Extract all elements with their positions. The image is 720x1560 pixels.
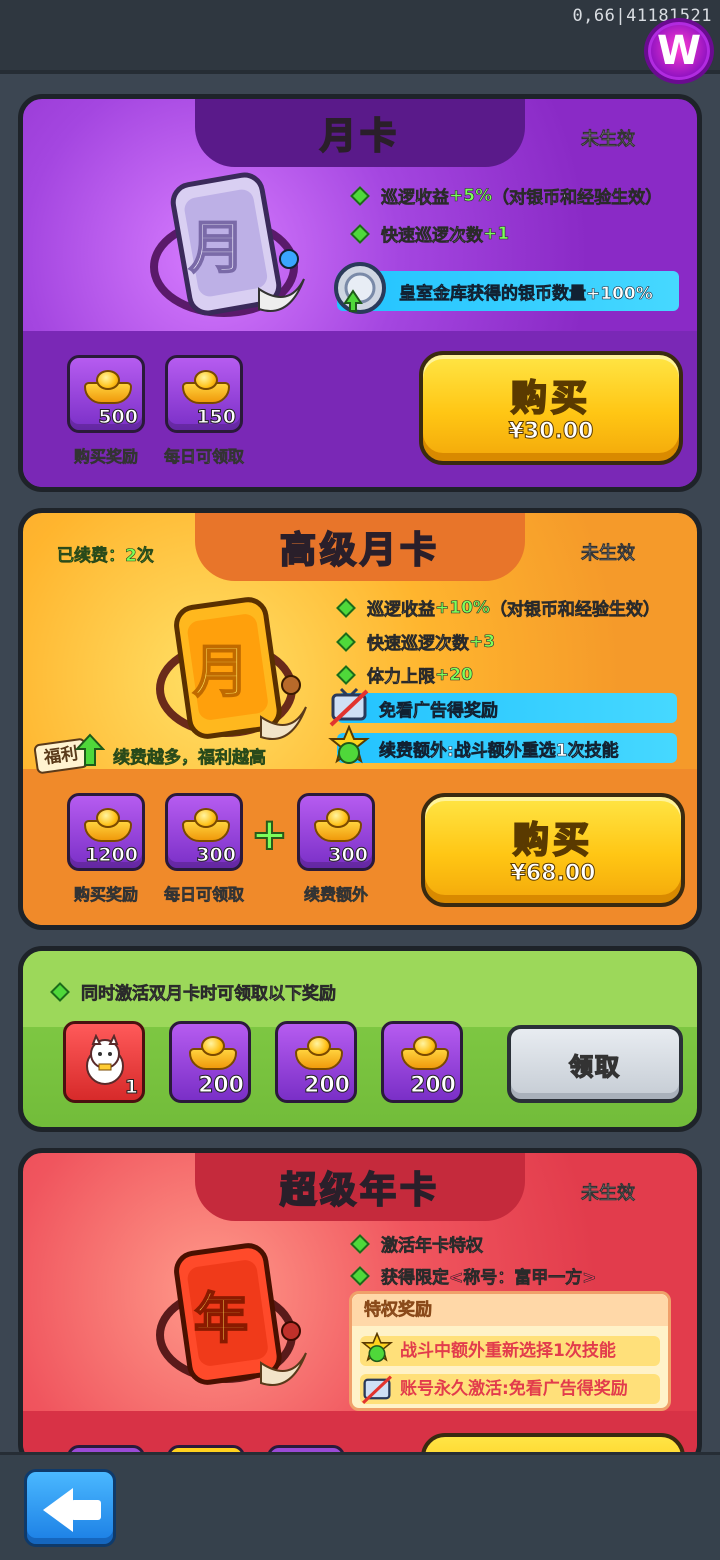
claim-button[interactable]: 领取 <box>507 1025 683 1103</box>
buy-label: 购买 <box>512 819 593 862</box>
premium-renew-text: 续费额外:战斗额外重选1次技能 <box>379 740 619 761</box>
item-label: 续费额外 <box>303 885 369 905</box>
diamond-bullet-icon <box>336 631 356 652</box>
premium-perk-1: 巡逻收益 +10% （对银币和经验生效） <box>336 595 660 620</box>
gold-ingot-icon <box>189 1036 237 1070</box>
premium-reward-daily: 300 <box>165 793 243 871</box>
annual-card-status: 未生效 <box>581 1183 636 1205</box>
item-count: 150 <box>196 406 237 429</box>
item-count: 200 <box>304 1073 351 1099</box>
diamond-bullet-icon <box>350 1265 370 1286</box>
top-bar: 0,66|41181521 <box>0 0 720 74</box>
monthly-perk-2: 快速巡逻次数 +1 <box>350 221 509 246</box>
no-ad-tv-icon <box>362 1375 392 1405</box>
diamond-bullet-icon <box>350 1233 370 1254</box>
dual-item-cat: 1 <box>63 1021 145 1103</box>
dual-item-ingot-1: 200 <box>169 1021 251 1103</box>
monthly-card-title: 月卡 <box>195 99 525 167</box>
monthly-card-status: 未生效 <box>581 129 636 151</box>
premium-card-tag-icon: 月 <box>156 597 307 740</box>
privilege-2: 账号永久激活:免看广告得奖励 <box>360 1374 660 1404</box>
gold-ingot-icon <box>295 1036 343 1070</box>
monthly-card: 月卡 未生效 月 巡逻收益 +5% （对银币和经验生效） 快速巡逻次数 +1 皇室金库… <box>18 94 702 492</box>
monthly-reward-daily: 150 <box>165 355 243 433</box>
item-count: 200 <box>198 1073 245 1099</box>
monthly-perk-1: 巡逻收益 +5% （对银币和经验生效） <box>350 183 662 208</box>
item-label: 每日可领取 <box>163 447 245 467</box>
renewed-count: 已续费：2次 <box>57 546 154 567</box>
up-arrow-icon <box>75 733 105 766</box>
premium-noad-banner: 免看广告得奖励 <box>337 693 677 723</box>
price-label: ¥68.00 <box>510 861 596 887</box>
item-count: 500 <box>98 406 139 429</box>
premium-icon-char: 月 <box>193 640 249 705</box>
gold-ingot-icon <box>84 370 132 404</box>
annual-card-title: 超级年卡 <box>195 1153 525 1221</box>
privilege-1: 战斗中额外重新选择1次技能 <box>360 1336 660 1366</box>
welfare-text: 续费越多，福利越高 <box>113 748 267 769</box>
annual-perk-1: 激活年卡特权 <box>350 1231 483 1256</box>
monthly-reward-purchase: 500 <box>67 355 145 433</box>
item-count: 300 <box>196 844 237 867</box>
item-count: 200 <box>410 1073 457 1099</box>
premium-reward-renew: 300 <box>297 793 375 871</box>
dual-item-ingot-3: 200 <box>381 1021 463 1103</box>
buy-label: 购买 <box>510 377 591 420</box>
dual-bonus-text: 同时激活双月卡时可领取以下奖励 <box>50 979 336 1004</box>
diamond-bullet-icon <box>350 185 370 206</box>
gold-ingot-icon <box>182 808 230 842</box>
privilege-title: 特权奖励 <box>352 1294 668 1326</box>
annual-card: 超级年卡 未生效 年 激活年卡特权 获得限定 <称号：富甲一方> 特权奖励 战斗中… <box>18 1148 702 1468</box>
monthly-buy-button[interactable]: 购买 ¥30.00 <box>419 351 683 465</box>
dual-bonus-card: 同时激活双月卡时可领取以下奖励 1 200 200 200 领取 <box>18 946 702 1132</box>
skill-refresh-icon <box>328 725 370 764</box>
diamond-bullet-icon <box>350 223 370 244</box>
back-arrow-icon <box>43 1488 73 1532</box>
gold-ingot-icon <box>314 808 362 842</box>
premium-noad-text: 免看广告得奖励 <box>379 700 499 721</box>
dual-item-ingot-2: 200 <box>275 1021 357 1103</box>
premium-renew-banner: 续费额外:战斗额外重选1次技能 <box>337 733 677 763</box>
coin-up-icon <box>334 262 386 314</box>
gold-ingot-icon <box>84 808 132 842</box>
gold-ingot-icon <box>182 370 230 404</box>
premium-card-status: 未生效 <box>581 543 636 565</box>
welfare-tag: 福利 <box>33 733 105 775</box>
back-button[interactable] <box>24 1469 116 1547</box>
annual-perk-2: 获得限定 <称号：富甲一方> <box>350 1263 597 1288</box>
item-count: 1200 <box>85 844 139 867</box>
item-label: 购买奖励 <box>73 447 139 467</box>
premium-perk-3: 体力上限 +20 <box>336 662 473 687</box>
item-label: 购买奖励 <box>73 885 139 905</box>
item-count: 300 <box>328 844 369 867</box>
diamond-bullet-icon <box>50 981 70 1002</box>
monthly-vault-banner-text: 皇室金库获得的银币数量+100% <box>399 283 653 304</box>
plus-sign: + <box>250 808 289 861</box>
premium-reward-purchase: 1200 <box>67 793 145 871</box>
monthly-icon-char: 月 <box>189 216 245 281</box>
premium-card-title: 高级月卡 <box>195 513 525 581</box>
premium-perk-2: 快速巡逻次数 +3 <box>336 629 495 654</box>
no-ad-tv-icon <box>329 687 369 727</box>
annual-card-tag-icon: 年 <box>156 1243 307 1386</box>
bottom-bar <box>0 1452 720 1560</box>
skill-refresh-icon <box>360 1332 394 1363</box>
diamond-bullet-icon <box>336 664 356 685</box>
monthly-card-tag-icon: 月 <box>150 172 305 317</box>
premium-buy-button[interactable]: 购买 ¥68.00 <box>421 793 685 907</box>
w-logo-icon[interactable]: W <box>644 18 714 84</box>
price-label: ¥30.00 <box>508 419 594 445</box>
item-label: 每日可领取 <box>163 885 245 905</box>
item-count: 1 <box>124 1076 138 1099</box>
annual-icon-char: 年 <box>194 1287 248 1350</box>
back-arrow-tail <box>71 1500 101 1520</box>
premium-card: 高级月卡 未生效 已续费：2次 月 福利 续费越多，福利越高 巡逻收益 +10% （… <box>18 508 702 930</box>
privilege-box: 特权奖励 战斗中额外重新选择1次技能 账号永久激活:免看广告得奖励 <box>349 1291 671 1411</box>
gold-ingot-icon <box>401 1036 449 1070</box>
diamond-bullet-icon <box>336 597 356 618</box>
